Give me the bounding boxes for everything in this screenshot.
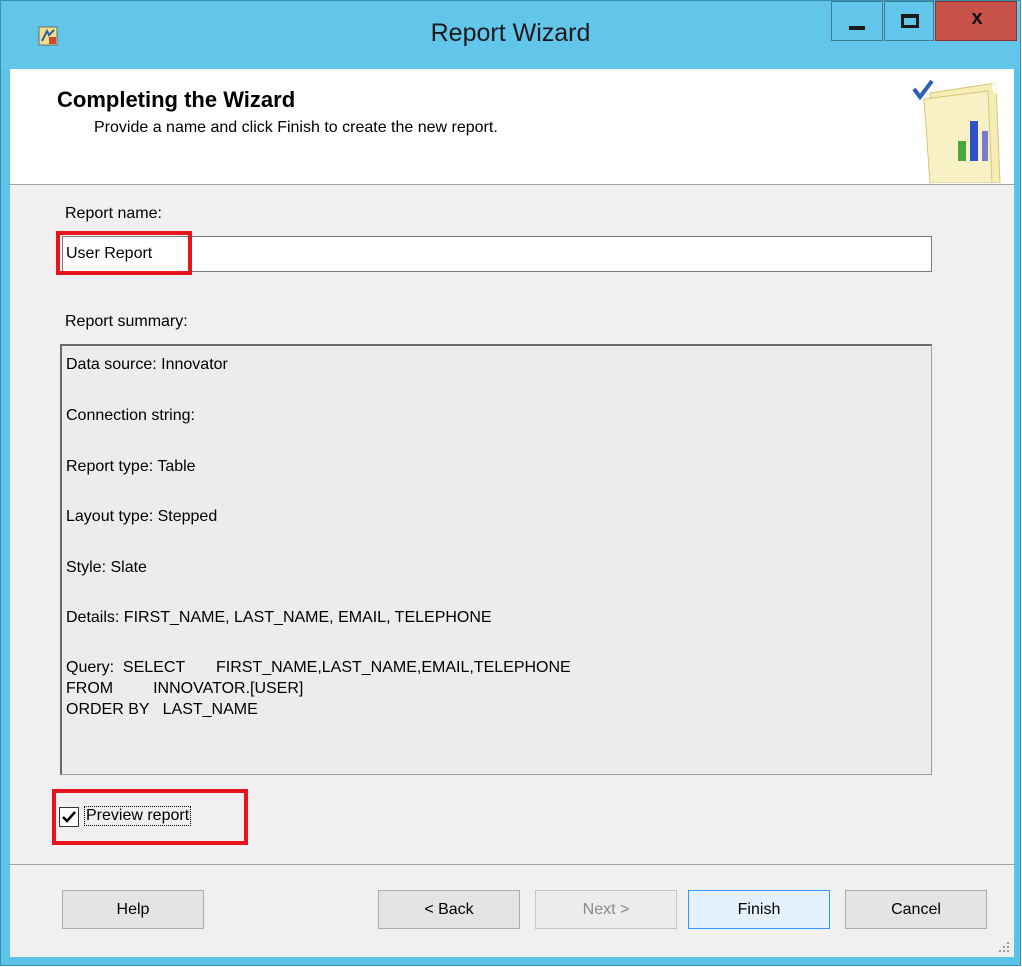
title-bar[interactable]: Report Wizard x (1, 1, 1020, 69)
close-button[interactable]: x (935, 1, 1017, 41)
summary-line: Layout type: Stepped (66, 508, 218, 525)
finish-button[interactable]: Finish (688, 890, 830, 929)
summary-line: Details: FIRST_NAME, LAST_NAME, EMAIL, T… (66, 609, 492, 626)
summary-line: Report type: Table (66, 458, 196, 475)
wizard-header: Completing the Wizard Provide a name and… (10, 69, 1014, 185)
preview-report-label[interactable]: Preview report (84, 806, 192, 826)
report-summary-label: Report summary: (65, 313, 188, 330)
summary-line: FROM INNOVATOR.[USER] (66, 680, 304, 697)
wizard-client: Completing the Wizard Provide a name and… (10, 69, 1014, 957)
report-summary-box[interactable]: Data source: Innovator Connection string… (60, 344, 932, 775)
preview-report-checkbox[interactable]: Preview report (59, 803, 244, 833)
help-button[interactable]: Help (62, 890, 204, 929)
report-wizard-window: Report Wizard x Completing the Wizard Pr… (0, 0, 1021, 966)
checkmark-icon (62, 811, 76, 823)
report-wizard-graphic-icon (912, 79, 1008, 183)
summary-line: Query: SELECT FIRST_NAME,LAST_NAME,EMAIL… (66, 659, 571, 676)
summary-line: Data source: Innovator (66, 356, 228, 373)
resize-grip-icon[interactable] (998, 941, 1010, 953)
page-subtitle: Provide a name and click Finish to creat… (94, 119, 498, 136)
report-name-label: Report name: (65, 205, 162, 222)
back-button[interactable]: < Back (378, 890, 520, 929)
page-title: Completing the Wizard (57, 87, 296, 112)
checkbox-box[interactable] (59, 807, 79, 827)
cancel-button[interactable]: Cancel (845, 890, 987, 929)
maximize-button[interactable] (884, 1, 934, 41)
close-icon: x (971, 7, 983, 29)
report-name-input[interactable]: User Report (62, 236, 932, 272)
summary-line: Style: Slate (66, 559, 147, 576)
minimize-icon (849, 26, 865, 30)
minimize-button[interactable] (831, 1, 883, 41)
summary-line: Connection string: (66, 407, 195, 424)
next-button[interactable]: Next > (535, 890, 677, 929)
button-bar: Help < Back Next > Finish Cancel (10, 864, 1014, 957)
maximize-icon (901, 14, 919, 28)
summary-line: ORDER BY LAST_NAME (66, 701, 258, 718)
